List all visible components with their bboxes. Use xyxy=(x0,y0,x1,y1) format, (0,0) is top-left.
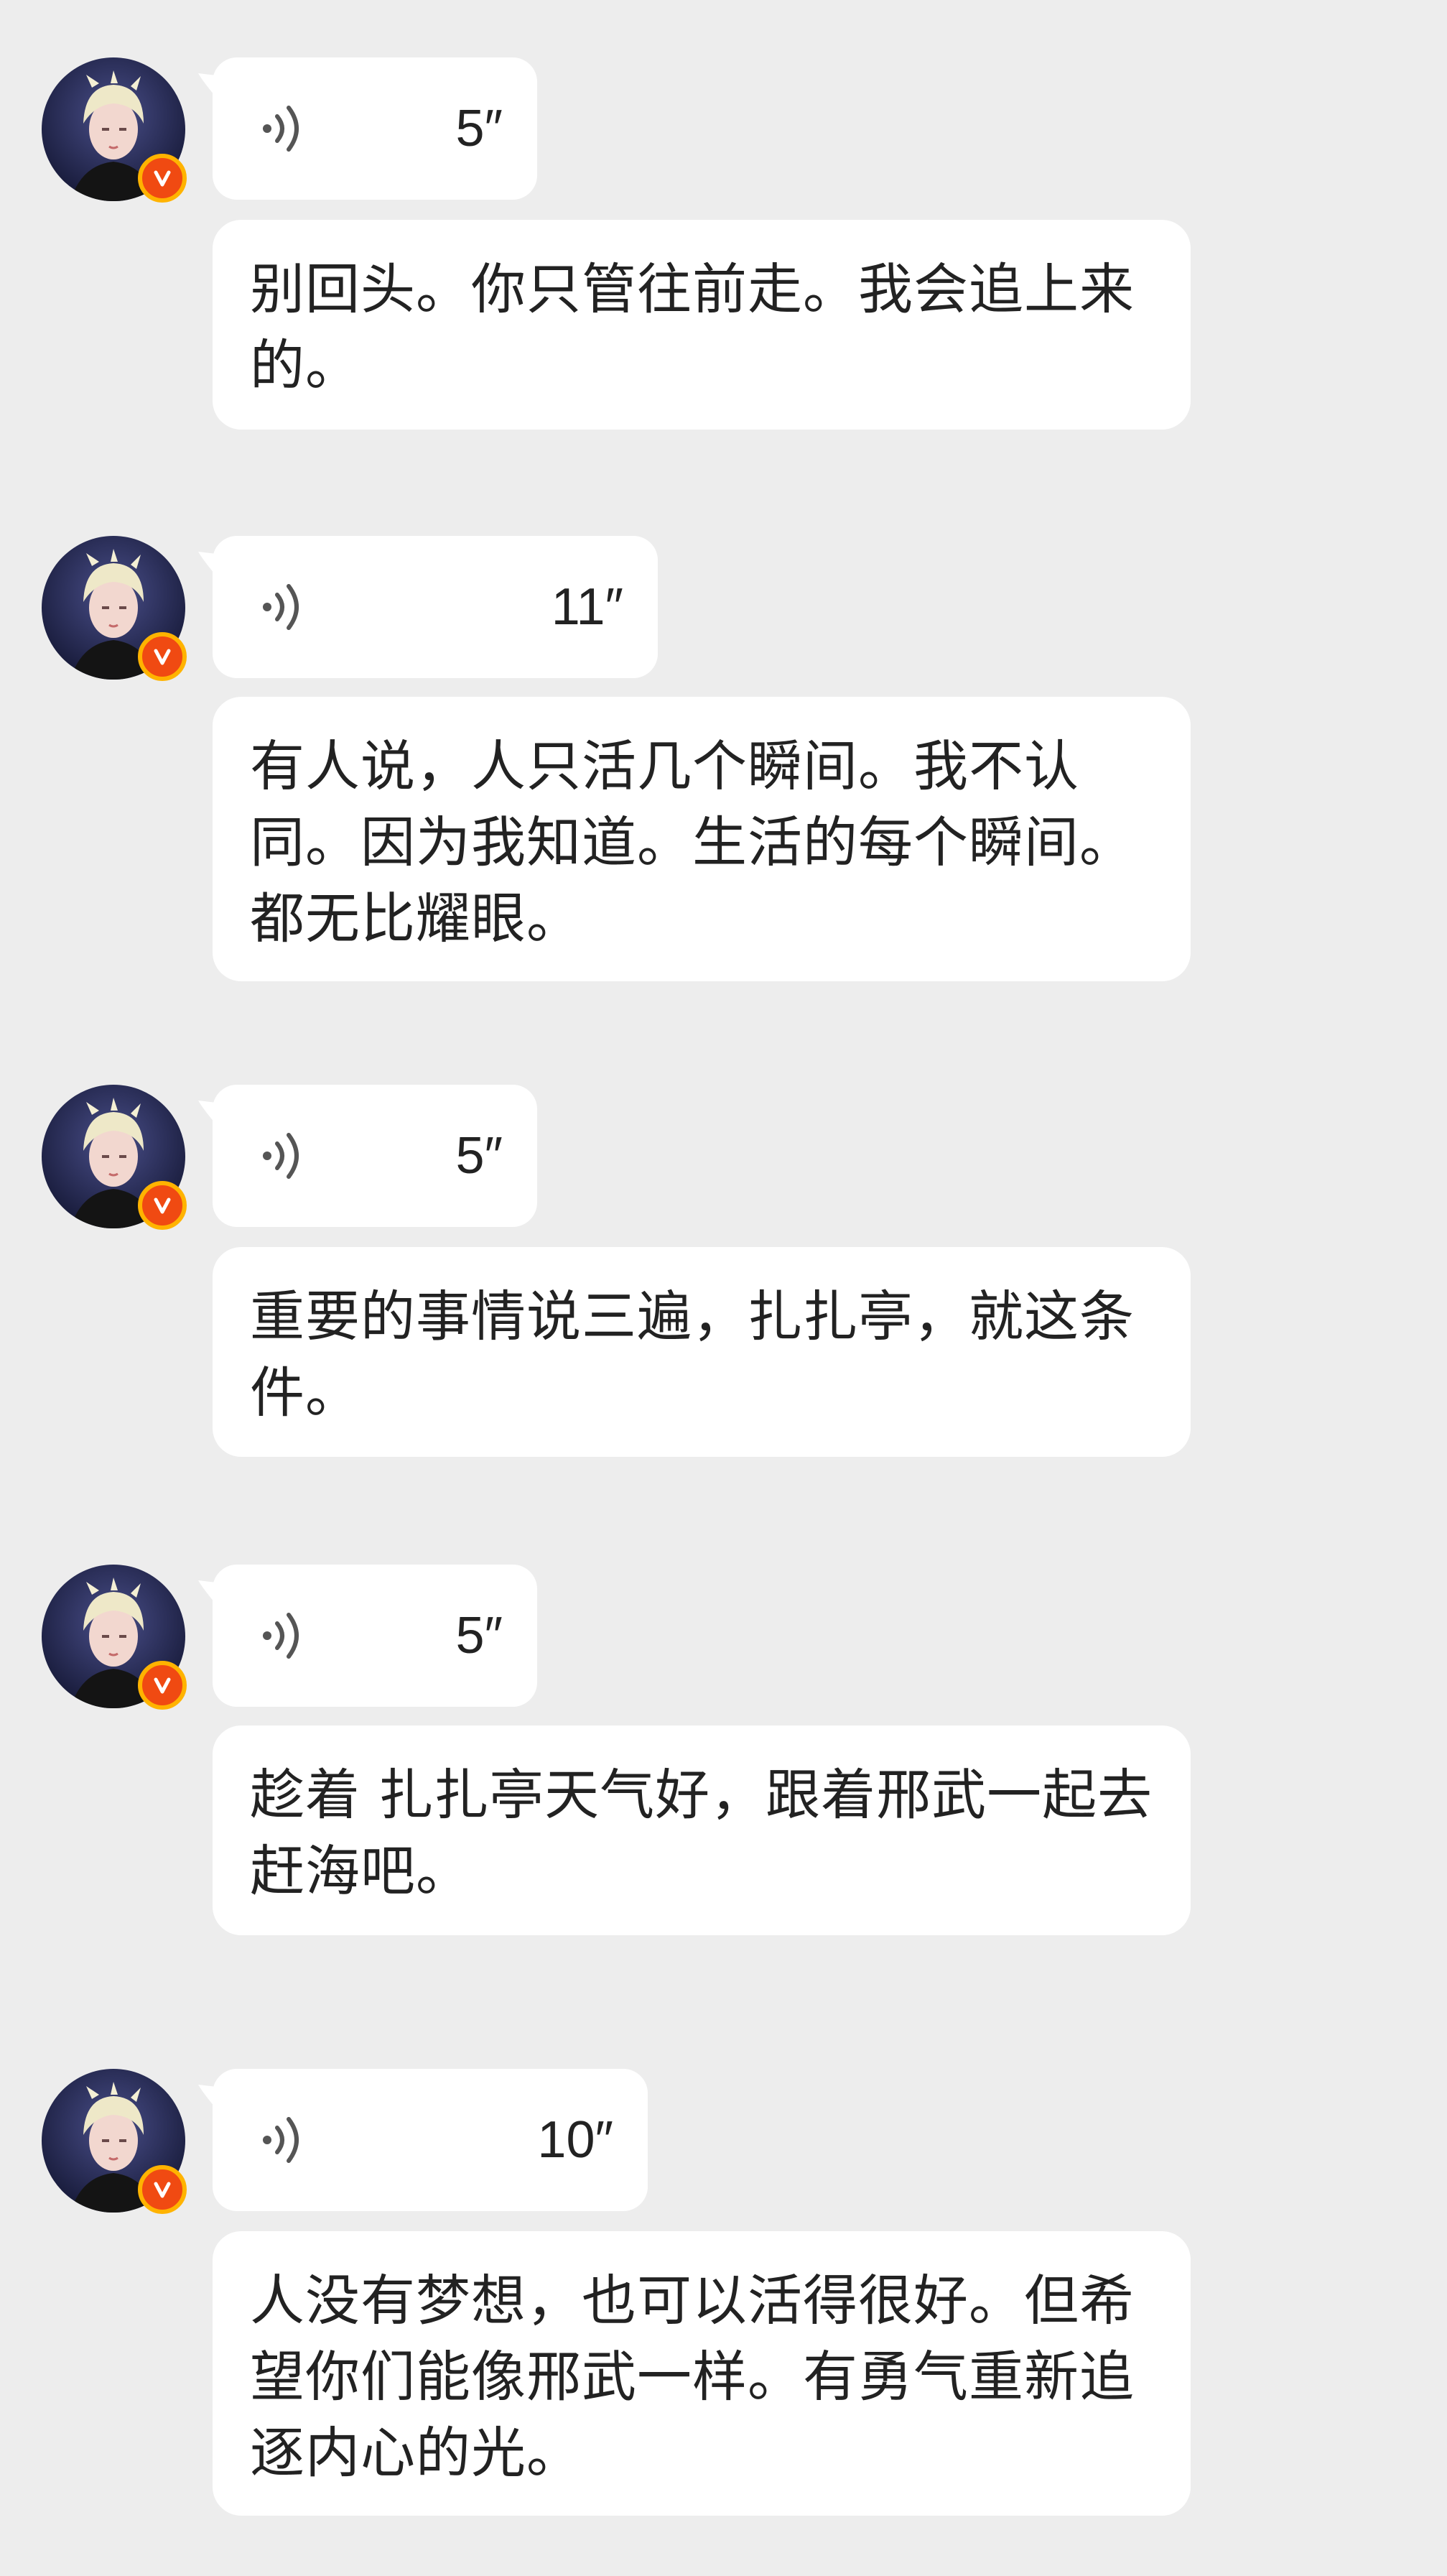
text-message-bubble[interactable]: 别回头。你只管往前走。我会追上来的。 xyxy=(213,220,1191,430)
text-message-bubble[interactable]: 重要的事情说三遍，扎扎亭，就这条件。 xyxy=(213,1247,1191,1457)
voice-duration: 5″ xyxy=(455,1127,503,1185)
voice-duration: 10″ xyxy=(537,2111,613,2169)
verified-badge-icon xyxy=(138,1181,187,1230)
voice-wave-icon xyxy=(263,1613,299,1659)
verified-badge-icon xyxy=(138,1661,187,1710)
text-message-bubble[interactable]: 有人说，人只活几个瞬间。我不认同。因为我知道。生活的每个瞬间。都无比耀眼。 xyxy=(213,697,1191,981)
voice-wave-icon xyxy=(263,106,299,152)
voice-message-bubble[interactable]: 11″ xyxy=(213,536,658,678)
voice-message-bubble[interactable]: 5″ xyxy=(213,57,537,200)
avatar[interactable] xyxy=(42,1085,187,1230)
voice-duration: 11″ xyxy=(551,578,623,636)
avatar[interactable] xyxy=(42,57,187,203)
verified-badge-icon xyxy=(138,632,187,681)
voice-duration: 5″ xyxy=(455,1607,503,1664)
voice-message-bubble[interactable]: 5″ xyxy=(213,1085,537,1227)
voice-message-bubble[interactable]: 5″ xyxy=(213,1565,537,1707)
message-text: 重要的事情说三遍，扎扎亭，就这条件。 xyxy=(250,1284,1135,1424)
avatar[interactable] xyxy=(42,536,187,681)
voice-duration: 5″ xyxy=(455,100,503,157)
avatar[interactable] xyxy=(42,1565,187,1710)
message-text: 有人说，人只活几个瞬间。我不认同。因为我知道。生活的每个瞬间。都无比耀眼。 xyxy=(250,734,1135,950)
voice-wave-icon xyxy=(263,584,299,630)
voice-message-bubble[interactable]: 10″ xyxy=(213,2069,648,2211)
text-message-bubble[interactable]: 趁着 扎扎亭天气好，跟着邢武一起去赶海吧。 xyxy=(213,1725,1191,1935)
text-message-bubble[interactable]: 人没有梦想，也可以活得很好。但希望你们能像邢武一样。有勇气重新追逐内心的光。 xyxy=(213,2231,1191,2516)
message-text: 趁着 扎扎亭天气好，跟着邢武一起去赶海吧。 xyxy=(250,1763,1153,1903)
message-text: 人没有梦想，也可以活得很好。但希望你们能像邢武一样。有勇气重新追逐内心的光。 xyxy=(250,2269,1135,2485)
voice-wave-icon xyxy=(263,2117,299,2163)
verified-badge-icon xyxy=(138,154,187,203)
message-text: 别回头。你只管往前走。我会追上来的。 xyxy=(250,257,1135,397)
voice-wave-icon xyxy=(263,1133,299,1179)
verified-badge-icon xyxy=(138,2165,187,2214)
avatar[interactable] xyxy=(42,2069,187,2214)
